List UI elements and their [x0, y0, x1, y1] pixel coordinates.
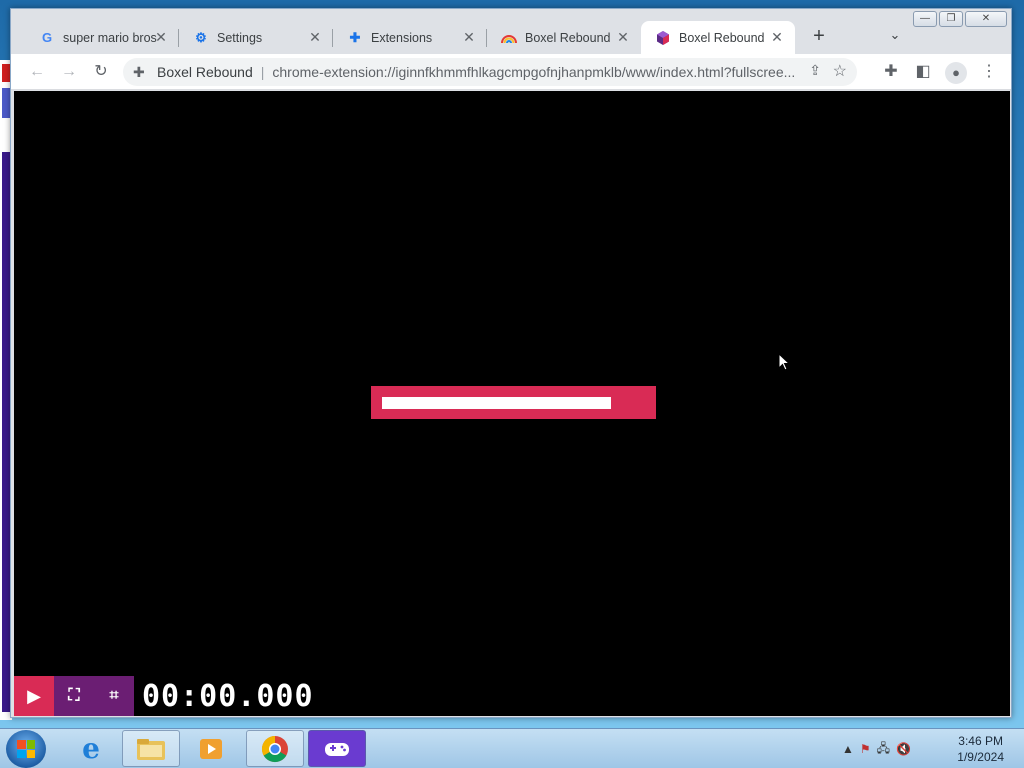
share-icon[interactable]: ⇪: [809, 62, 821, 79]
side-panel-icon[interactable]: ◧: [911, 60, 935, 84]
fullscreen-button[interactable]: ⛶: [54, 676, 94, 716]
tab-title: Boxel Rebound: [679, 30, 765, 45]
tab-boxel-rebound[interactable]: Boxel Rebound ✕: [487, 21, 641, 54]
tab-super-mario[interactable]: G super mario bros ✕: [25, 21, 179, 54]
tab-strip: G super mario bros ✕ ⚙ Settings ✕ ✚ Exte…: [11, 9, 1011, 54]
file-explorer-icon[interactable]: [122, 730, 180, 767]
puzzle-icon: ✚: [133, 63, 145, 80]
tab-search-chevron-icon[interactable]: ⌄: [885, 27, 905, 47]
url-text[interactable]: chrome-extension://iginnfkhmmfhlkagcmpgo…: [272, 64, 806, 80]
profile-avatar-icon[interactable]: ●: [945, 62, 967, 84]
network-icon[interactable]: 🖧: [877, 739, 890, 760]
new-tab-button[interactable]: +: [807, 25, 831, 49]
close-icon[interactable]: ✕: [461, 29, 477, 45]
restore-button[interactable]: ❐: [939, 11, 963, 27]
site-name: Boxel Rebound: [157, 64, 253, 80]
close-icon[interactable]: ✕: [307, 29, 323, 45]
internet-explorer-icon[interactable]: e: [62, 730, 120, 767]
bookmark-star-icon[interactable]: ☆: [833, 61, 847, 81]
clock-date: 1/9/2024: [957, 750, 1004, 764]
forward-arrow-icon[interactable]: →: [57, 60, 81, 84]
back-arrow-icon[interactable]: ←: [25, 60, 49, 84]
tab-title: Boxel Rebound: [525, 30, 611, 45]
desktop: G super mario bros ✕ ⚙ Settings ✕ ✚ Exte…: [0, 0, 1024, 728]
minimize-button[interactable]: —: [913, 11, 937, 27]
rainbow-icon: [501, 30, 517, 46]
tab-title: Extensions: [371, 30, 433, 45]
clock[interactable]: 3:46 PM 1/9/2024: [957, 733, 1004, 765]
tab-boxel-rebound-active[interactable]: Boxel Rebound ✕: [641, 21, 795, 54]
close-window-button[interactable]: ✕: [965, 11, 1007, 27]
game-canvas[interactable]: ▶ ⛶ ⌗ 00:00.000: [14, 91, 1010, 716]
taskbar: e ▲ ⚑ 🖧 🔇 3:46 PM 1/9/2024: [0, 728, 1024, 768]
tab-settings[interactable]: ⚙ Settings ✕: [179, 21, 333, 54]
game-controls: ▶ ⛶ ⌗ 00:00.000: [14, 676, 314, 716]
mouse-cursor-icon: [778, 353, 790, 371]
gear-icon: ⚙: [195, 29, 207, 45]
windows-logo-icon: [17, 740, 35, 758]
menu-kebab-icon[interactable]: ⋮: [977, 60, 1001, 84]
loading-bar: [371, 386, 656, 419]
boxel-game-icon[interactable]: [308, 730, 366, 767]
extensions-puzzle-icon[interactable]: ✚: [879, 60, 903, 84]
reload-icon[interactable]: ↻: [89, 60, 113, 84]
show-hidden-icons-icon[interactable]: ▲: [842, 742, 854, 756]
clock-time: 3:46 PM: [958, 734, 1003, 748]
address-bar[interactable]: ✚ Boxel Rebound | chrome-extension://igi…: [123, 58, 857, 86]
play-button[interactable]: ▶: [14, 676, 54, 716]
exit-fullscreen-button[interactable]: ⌗: [94, 676, 134, 716]
puzzle-icon: ✚: [349, 29, 361, 45]
action-center-flag-icon[interactable]: ⚑: [860, 742, 871, 756]
start-button[interactable]: [6, 730, 46, 768]
media-player-icon[interactable]: [182, 730, 240, 767]
browser-toolbar: ← → ↻ ✚ Boxel Rebound | chrome-extension…: [11, 54, 1011, 90]
tab-extensions[interactable]: ✚ Extensions ✕: [333, 21, 487, 54]
tab-title: super mario bros: [63, 30, 157, 45]
chrome-icon[interactable]: [246, 730, 304, 767]
close-icon[interactable]: ✕: [153, 29, 169, 45]
system-tray: ▲ ⚑ 🖧 🔇: [842, 729, 911, 768]
close-icon[interactable]: ✕: [615, 29, 631, 45]
close-icon[interactable]: ✕: [769, 29, 785, 45]
volume-muted-icon[interactable]: 🔇: [896, 742, 911, 756]
speedrun-timer: 00:00.000: [142, 678, 314, 714]
browser-window: G super mario bros ✕ ⚙ Settings ✕ ✚ Exte…: [10, 8, 1012, 718]
tab-title: Settings: [217, 30, 263, 45]
window-controls: — ❐ ✕: [913, 11, 1007, 27]
google-g-icon: G: [41, 30, 53, 45]
boxel-cube-icon: [655, 30, 671, 46]
loading-bar-fill: [382, 397, 611, 409]
